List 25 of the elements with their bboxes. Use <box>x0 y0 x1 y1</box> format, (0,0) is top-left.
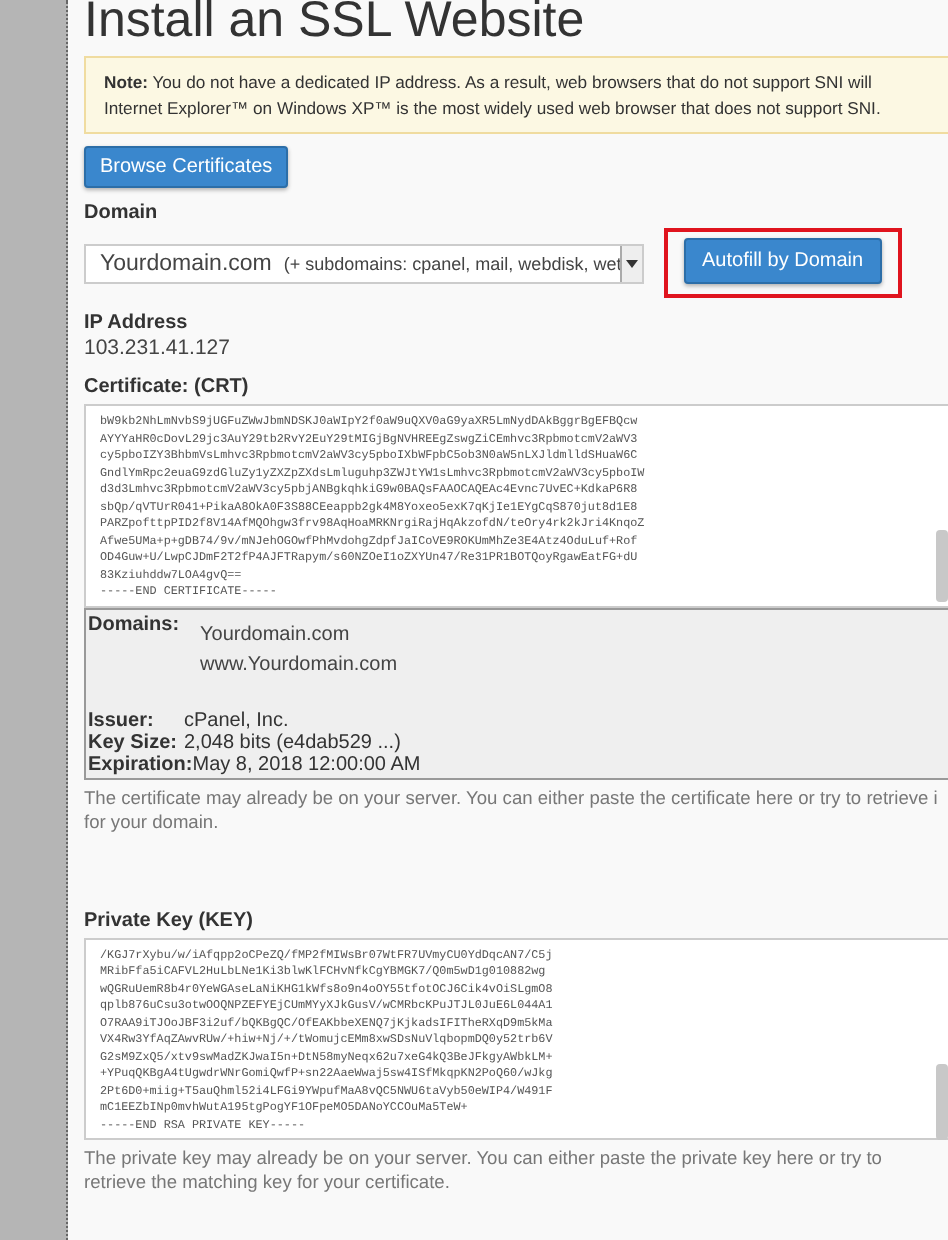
detail-label: Key Size: <box>88 731 177 753</box>
domain-select[interactable]: Yourdomain.com (+ subdomains: cpanel, mail, webdisk, wet <box>84 243 644 283</box>
certificate-label: Certificate: (CRT) <box>84 376 251 398</box>
domain-name: Yourdomain.com <box>200 621 352 649</box>
certificate-help-text: The certificate may already be on your server. You can either paste the certificate here or try to retrieve i for your domain. <box>84 785 940 833</box>
autofill-button[interactable]: Autofill by Domain <box>684 238 882 284</box>
detail-label: Issuer: <box>88 709 156 731</box>
domains-label: Domains: <box>88 613 182 639</box>
domain-label: Domain <box>84 202 160 224</box>
private-key-help-text: The private key may already be on your server. You can either paste the private key here or try to retrieve the matching key for your certificate. <box>84 1146 884 1194</box>
note-text: Note: You do not have a dedicated IP address. As a result, web browsers that do not support SNI will <box>104 70 874 96</box>
ip-address-value: 103.231.41.127 <box>84 336 232 360</box>
browse-certificates-button[interactable]: Browse Certificates <box>84 146 289 188</box>
detail-value: 2,048 bits (e4dab529 ...) <box>184 731 401 753</box>
note-text: Internet Explorer™ on Windows XP™ is the most widely used web browser that does not support SNI. <box>104 96 883 122</box>
private-key-label: Private Key (KEY) <box>84 909 255 931</box>
scrollbar[interactable] <box>936 1063 948 1139</box>
detail-value: May 8, 2018 12:00:00 AM <box>192 753 421 775</box>
page-title: Install an SSL Website <box>84 0 587 48</box>
scrollbar[interactable] <box>936 530 948 602</box>
detail-label: Expiration: <box>88 753 193 775</box>
caret-icon <box>626 259 638 267</box>
ip-address-label: IP Address <box>84 312 190 334</box>
detail-value: cPanel, Inc. <box>184 709 289 731</box>
domain-name: www.Yourdomain.com <box>200 651 398 679</box>
